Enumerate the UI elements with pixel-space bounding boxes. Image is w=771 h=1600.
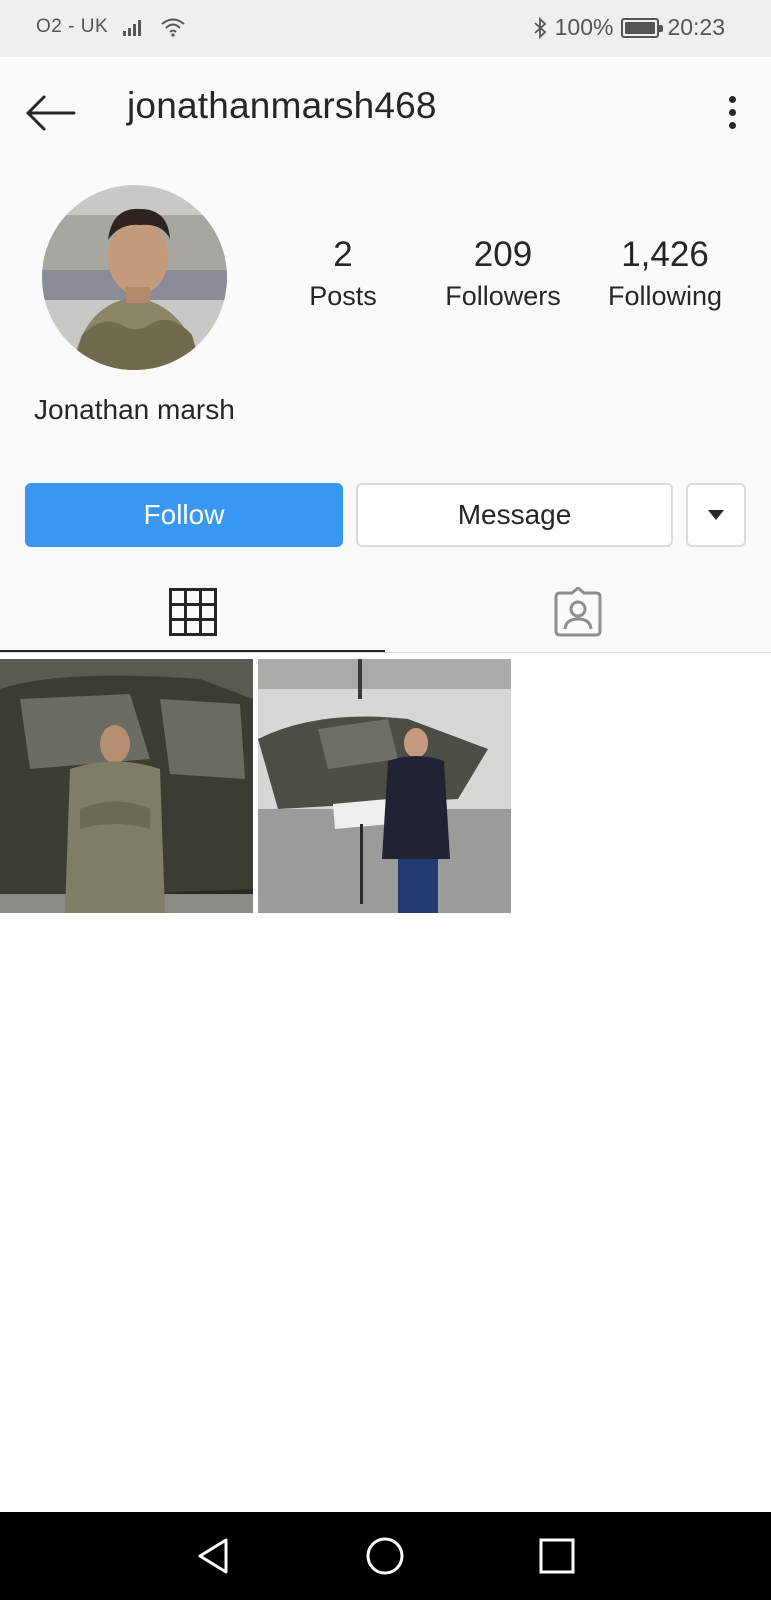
signal-icon — [123, 20, 142, 36]
home-circle-icon — [366, 1537, 404, 1575]
stat-value: 1,426 — [621, 235, 709, 274]
status-left: O2 - UK — [36, 16, 186, 38]
status-right: 100% 20:23 — [533, 14, 725, 41]
post-thumbnail[interactable] — [258, 659, 511, 913]
recents-square-icon — [539, 1538, 575, 1574]
tagged-user-icon — [554, 587, 601, 637]
back-arrow-icon — [26, 95, 76, 131]
system-nav-bar — [0, 1512, 771, 1600]
more-vertical-icon — [728, 95, 736, 103]
bluetooth-icon — [534, 16, 546, 39]
system-recents-button[interactable] — [535, 1534, 579, 1578]
more-options-button[interactable] — [715, 87, 749, 137]
back-button[interactable] — [20, 87, 80, 139]
status-bar: O2 - UK 100% 20:23 — [0, 0, 771, 57]
tab-divider — [0, 652, 771, 653]
suggestions-dropdown-button[interactable] — [686, 483, 746, 547]
tab-grid[interactable] — [0, 572, 385, 652]
stat-value: 209 — [473, 235, 533, 274]
profile-username: jonathanmarsh468 — [127, 85, 437, 126]
battery-icon — [621, 17, 664, 38]
avatar[interactable] — [42, 185, 227, 370]
stat-label: Following — [607, 281, 723, 311]
grid-icon — [168, 588, 217, 636]
message-button[interactable]: Message — [356, 483, 673, 547]
tab-tagged[interactable] — [385, 572, 770, 652]
stat-following[interactable]: 1,426 Following — [592, 235, 738, 312]
system-back-button[interactable] — [191, 1534, 235, 1578]
stat-label: Followers — [445, 281, 561, 311]
battery-percent: 100% — [554, 14, 614, 40]
wifi-icon — [161, 18, 185, 37]
profile-header: jonathanmarsh468 2 Posts 209 Followers 1… — [0, 57, 771, 654]
caret-down-icon — [708, 510, 724, 520]
follow-button[interactable]: Follow — [25, 483, 343, 547]
stat-followers[interactable]: 209 Followers — [433, 235, 573, 312]
stat-posts[interactable]: 2 Posts — [293, 235, 393, 312]
system-home-button[interactable] — [363, 1534, 407, 1578]
display-name: Jonathan marsh — [34, 394, 235, 425]
photo-soldier-helicopter — [0, 659, 253, 913]
stat-label: Posts — [309, 281, 377, 311]
post-thumbnail[interactable] — [0, 659, 253, 913]
avatar-image — [42, 185, 227, 370]
back-triangle-icon — [198, 1538, 228, 1574]
stat-value: 2 — [333, 235, 353, 274]
clock: 20:23 — [667, 14, 725, 40]
photo-officer-aircraft — [258, 659, 511, 913]
carrier-label: O2 - UK — [36, 16, 109, 37]
